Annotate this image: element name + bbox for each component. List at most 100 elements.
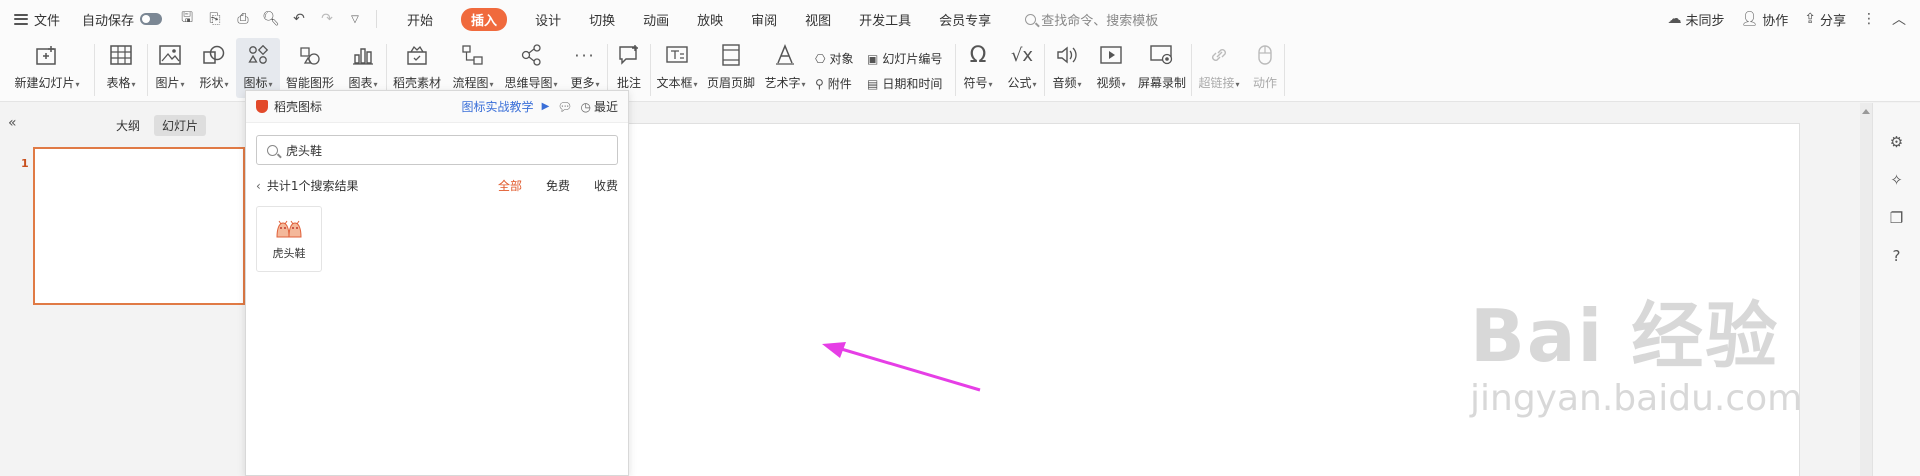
icon-button[interactable]: 图标▾ [236,38,280,98]
screen-record-label: 屏幕录制 [1137,76,1186,90]
chart-icon [350,42,376,68]
mouse-icon [1252,42,1278,68]
audio-button[interactable]: 音频▾ [1045,38,1089,98]
slides-sync-icon[interactable]: ❐ [1890,209,1903,227]
more-button[interactable]: ··· 更多▾ [563,38,607,98]
shape-button[interactable]: 形状▾ [192,38,236,98]
formula-icon: √x [1010,44,1034,66]
action-label: 动作 [1252,76,1277,90]
comment-button[interactable]: 批注 [608,38,650,98]
tab-review[interactable]: 审阅 [737,0,791,38]
print-preview-icon[interactable]: 🔍︎ [260,8,282,30]
tab-home[interactable]: 开始 [393,0,447,38]
divider [376,10,378,28]
flowchart-button[interactable]: 流程图▾ [447,38,499,98]
icon-search-input[interactable]: 虎头鞋 [256,135,618,165]
clock-icon: ◷ [580,99,591,114]
format-painter-icon[interactable]: ⎘ [204,8,226,30]
tab-slides[interactable]: 幻灯片 [154,115,207,136]
filter-paid[interactable]: 收费 [594,177,618,194]
header-footer-button[interactable]: 页眉页脚 [703,38,759,98]
pin-icon[interactable]: ✧ [1890,171,1903,189]
sync-status-label: 未同步 [1685,13,1725,29]
object-button[interactable]: ⎔ 对象 [815,50,859,67]
table-button[interactable]: 表格▾ [95,38,147,98]
autosave-control[interactable]: 自动保存 [82,0,163,38]
chart-label: 图表 [348,76,373,90]
collaborate-label: 协作 [1762,13,1789,29]
mindmap-icon [518,42,544,68]
recent-label: 最近 [593,100,618,114]
watermark-brand: Bai 经验 [1470,294,1780,378]
new-slide-button[interactable]: 新建幻灯片▾ [0,38,94,98]
slide-number-button[interactable]: ▣ 幻灯片编号 [867,50,951,67]
wordart-button[interactable]: 艺术字▾ [759,38,811,98]
textbox-button[interactable]: 文本框▾ [651,38,703,98]
save-icon[interactable]: 🖫 [176,8,198,30]
tab-view[interactable]: 视图 [791,0,845,38]
datetime-button[interactable]: ▤ 日期和时间 [867,75,951,92]
settings-sliders-icon[interactable]: ⚙ [1890,133,1903,151]
divider [1284,44,1285,96]
icon-library-popup: 稻壳图标 图标实战教学 ▶ 💬︎ ◷ 最近 虎头鞋 ‹ 共计1个搜索结果 全部 … [245,90,629,476]
collapse-panel-icon[interactable]: « [8,115,17,131]
share-button[interactable]: ⇪ 分享 [1804,10,1846,29]
undo-icon[interactable]: ↶ [288,8,310,30]
tab-developer[interactable]: 开发工具 [845,0,925,38]
command-search[interactable]: 查找命令、搜索模板 [1025,10,1158,29]
autosave-toggle[interactable] [140,13,163,25]
symbol-button[interactable]: Ω 符号▾ [956,38,1000,98]
filter-all[interactable]: 全部 [498,177,522,194]
tab-outline[interactable]: 大纲 [108,115,148,136]
icon-result-item[interactable]: 虎头鞋 [256,206,322,272]
collaborate-button[interactable]: 👤︎ 协作 [1740,10,1788,29]
new-slide-icon [34,42,60,68]
smart-graphic-button[interactable]: 智能图形 [280,38,340,98]
chat-icon[interactable]: 💬︎ [557,100,572,114]
screen-record-icon [1149,42,1175,68]
attachment-button[interactable]: ⚲ 附件 [815,75,859,92]
tab-slideshow[interactable]: 放映 [683,0,737,38]
chart-button[interactable]: 图表▾ [340,38,386,98]
tab-design[interactable]: 设计 [521,0,575,38]
calendar-icon: ▤ [867,76,879,91]
result-filter-bar: ‹ 共计1个搜索结果 全部 免费 收费 [256,177,618,194]
user-add-icon: 👤︎ [1740,11,1759,27]
icon-label: 图标 [243,76,268,90]
datetime-label: 日期和时间 [882,77,943,91]
icon-search-value: 虎头鞋 [286,143,323,158]
slide-thumbnail[interactable] [33,147,245,305]
video-icon [1098,42,1124,68]
formula-button[interactable]: √x 公式▾ [1000,38,1044,98]
tutorial-link[interactable]: 图标实战教学 [462,98,534,115]
action-button[interactable]: 动作 [1246,38,1284,98]
price-filter: 全部 免费 收费 [498,177,618,194]
file-menu-button[interactable]: 文件 [14,0,60,38]
docer-material-button[interactable]: 稻壳素材 [387,38,447,98]
customize-chevron-icon[interactable]: ▽ [344,8,366,30]
help-icon[interactable]: ? [1893,247,1901,265]
hyperlink-button[interactable]: 超链接▾ [1192,38,1246,98]
more-vertical-icon[interactable]: ⋮ [1862,11,1876,27]
back-chevron-icon[interactable]: ‹ [256,179,261,193]
tab-member[interactable]: 会员专享 [925,0,1005,38]
table-label: 表格 [106,76,131,90]
tab-animations[interactable]: 动画 [629,0,683,38]
scroll-up-icon[interactable] [1862,109,1870,114]
mindmap-button[interactable]: 思维导图▾ [499,38,563,98]
vertical-scrollbar[interactable] [1860,103,1872,476]
print-icon[interactable]: ⎙ [232,8,254,30]
picture-button[interactable]: 图片▾ [148,38,192,98]
recent-button[interactable]: ◷ 最近 [581,98,619,115]
collapse-ribbon-icon[interactable]: ︿ [1892,9,1906,29]
sync-status-button[interactable]: ☁ 未同步 [1667,10,1724,29]
video-button[interactable]: 视频▾ [1089,38,1133,98]
filter-free[interactable]: 免费 [546,177,570,194]
redo-icon[interactable]: ↷ [316,8,338,30]
screen-record-button[interactable]: 屏幕录制 [1133,38,1191,98]
omega-icon: Ω [969,42,987,68]
tab-insert[interactable]: 插入 [447,0,521,38]
tab-transitions[interactable]: 切换 [575,0,629,38]
view-tabs: 大纲 幻灯片 [108,115,207,136]
new-slide-label: 新建幻灯片 [14,76,75,90]
